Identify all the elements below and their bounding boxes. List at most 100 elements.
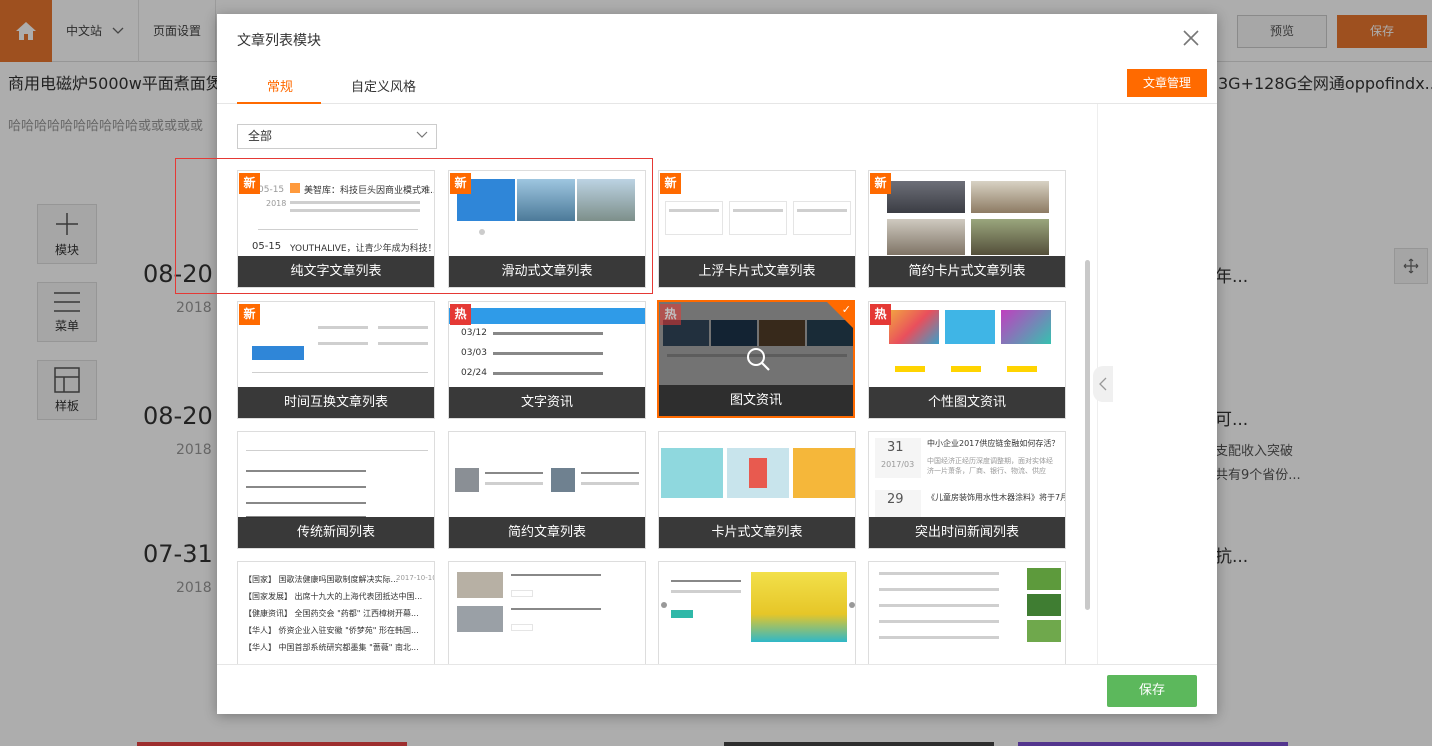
thumb-line <box>671 590 741 593</box>
thumb-divider <box>252 372 428 373</box>
card-thumbnail <box>238 302 434 389</box>
thumb-date: 2017-10-10 <box>396 574 435 582</box>
card-thumbnail: 03/12 03/03 02/24 <box>449 302 645 389</box>
style-card-image-list[interactable] <box>448 561 646 664</box>
card-badge: 新 <box>660 173 681 194</box>
style-card-timeline-swap[interactable]: 新 时间互换文章列表 <box>237 301 435 419</box>
style-card-simple-card[interactable]: 新 简约卡片式文章列表 <box>868 170 1066 288</box>
tab-general[interactable]: 常规 <box>267 76 293 95</box>
thumb-image <box>887 181 965 213</box>
card-thumbnail <box>869 562 1065 649</box>
thumb-line <box>511 608 601 610</box>
thumb-block <box>951 366 981 372</box>
close-icon[interactable] <box>1179 26 1203 50</box>
thumb-line <box>378 342 428 345</box>
thumb-arrow-left <box>661 602 667 608</box>
style-card-simple-list[interactable]: 简约文章列表 <box>448 431 646 549</box>
thumb-date: 03/03 <box>461 348 487 358</box>
thumb-image <box>1001 310 1051 344</box>
thumb-news-line: 【华人】 中国首部系统研究都墨集 "蔷薇" 南北... <box>244 643 419 652</box>
card-thumbnail <box>238 432 434 519</box>
thumb-line <box>879 604 999 607</box>
thumb-dot <box>479 229 485 235</box>
thumb-line <box>581 472 639 474</box>
save-button[interactable]: 保存 <box>1107 675 1197 707</box>
thumb-day: 29 <box>887 492 904 507</box>
thumb-image <box>945 310 995 344</box>
thumb-line <box>879 588 999 591</box>
thumb-line <box>879 572 999 575</box>
chevron-left-icon <box>1099 377 1107 391</box>
thumb-line <box>493 332 603 335</box>
thumb-line <box>733 209 783 212</box>
thumb-image <box>457 572 503 598</box>
thumb-image <box>1027 620 1061 642</box>
card-thumbnail <box>659 562 855 649</box>
scrollbar[interactable] <box>1085 260 1090 610</box>
thumb-line <box>671 580 741 582</box>
thumb-image <box>1027 594 1061 616</box>
card-label: 纯文字文章列表 <box>238 256 434 287</box>
thumb-line <box>879 620 999 623</box>
style-card-personal-image[interactable]: 热 个性图文资讯 <box>868 301 1066 419</box>
thumb-arrow-right <box>849 602 855 608</box>
thumb-image <box>457 606 503 632</box>
style-card-slider[interactable]: 新 滑动式文章列表 <box>448 170 646 288</box>
thumb-image <box>661 448 723 498</box>
thumb-line <box>318 326 368 329</box>
card-thumbnail <box>449 432 645 519</box>
card-label: 传统新闻列表 <box>238 517 434 548</box>
collapse-panel-button[interactable] <box>1093 366 1113 402</box>
thumb-image <box>1027 568 1061 590</box>
card-badge: 热 <box>870 304 891 325</box>
tab-custom-style[interactable]: 自定义风格 <box>351 76 416 95</box>
style-card-text-news[interactable]: 03/12 03/03 02/24 热 文字资讯 <box>448 301 646 419</box>
card-thumbnail <box>869 171 1065 258</box>
style-card-card-list[interactable]: 卡片式文章列表 <box>658 431 856 549</box>
card-label: 图文资讯 <box>659 385 853 416</box>
thumb-block <box>449 308 645 324</box>
thumb-image <box>889 310 939 344</box>
style-card-traditional-news[interactable]: 传统新闻列表 <box>237 431 435 549</box>
thumb-line <box>511 574 601 576</box>
thumb-image <box>971 219 1049 255</box>
thumb-divider <box>246 450 428 451</box>
thumb-image <box>793 448 855 498</box>
card-thumbnail <box>869 302 1065 389</box>
thumb-line <box>797 209 847 212</box>
thumb-image <box>551 468 575 492</box>
style-card-plain-text[interactable]: 05-15 2018 美智库：科技巨头因商业模式难... 05-15 YOUTH… <box>237 170 435 288</box>
thumb-block <box>1007 366 1037 372</box>
article-manage-button[interactable]: 文章管理 <box>1127 69 1207 97</box>
style-card-date-focus[interactable]: 31 2017/03 中小企业2017供应链金融如何存活？ 中国经济正经历深度调… <box>868 431 1066 549</box>
thumb-line <box>318 342 368 345</box>
thumb-button <box>671 610 693 618</box>
thumb-year-month: 2017/03 <box>881 460 915 469</box>
magnify-icon[interactable] <box>745 346 771 372</box>
thumb-title: 美智库：科技巨头因商业模式难... <box>304 186 435 196</box>
thumb-line <box>246 470 366 472</box>
style-grid: 05-15 2018 美智库：科技巨头因商业模式难... 05-15 YOUTH… <box>217 104 1097 664</box>
preview-panel <box>1097 104 1217 664</box>
thumb-block <box>895 366 925 372</box>
style-card-image-news[interactable]: 热 ✓ 图文资讯 <box>657 300 855 418</box>
thumb-line <box>493 372 603 375</box>
thumb-button <box>511 624 533 631</box>
card-label: 上浮卡片式文章列表 <box>659 256 855 287</box>
card-label: 个性图文资讯 <box>869 387 1065 418</box>
style-card-floating[interactable]: 新 上浮卡片式文章列表 <box>658 170 856 288</box>
thumb-image <box>455 468 479 492</box>
card-badge: 新 <box>870 173 891 194</box>
card-badge: 新 <box>450 173 471 194</box>
card-thumbnail <box>659 171 855 258</box>
thumb-line <box>485 482 543 485</box>
thumb-block <box>252 346 304 360</box>
card-thumbnail <box>449 562 645 649</box>
style-card-side-image[interactable] <box>868 561 1066 664</box>
card-thumbnail: 【国家】 国歌法健康吗国歌制度解决实际... 【国家发展】 出席十九大的上海代表… <box>238 562 435 652</box>
thumb-mini-card <box>793 201 851 235</box>
dialog-title: 文章列表模块 <box>237 33 321 49</box>
thumb-image <box>577 179 635 221</box>
style-card-feature-slider[interactable] <box>658 561 856 664</box>
style-card-category-news[interactable]: 【国家】 国歌法健康吗国歌制度解决实际... 【国家发展】 出席十九大的上海代表… <box>237 561 435 664</box>
